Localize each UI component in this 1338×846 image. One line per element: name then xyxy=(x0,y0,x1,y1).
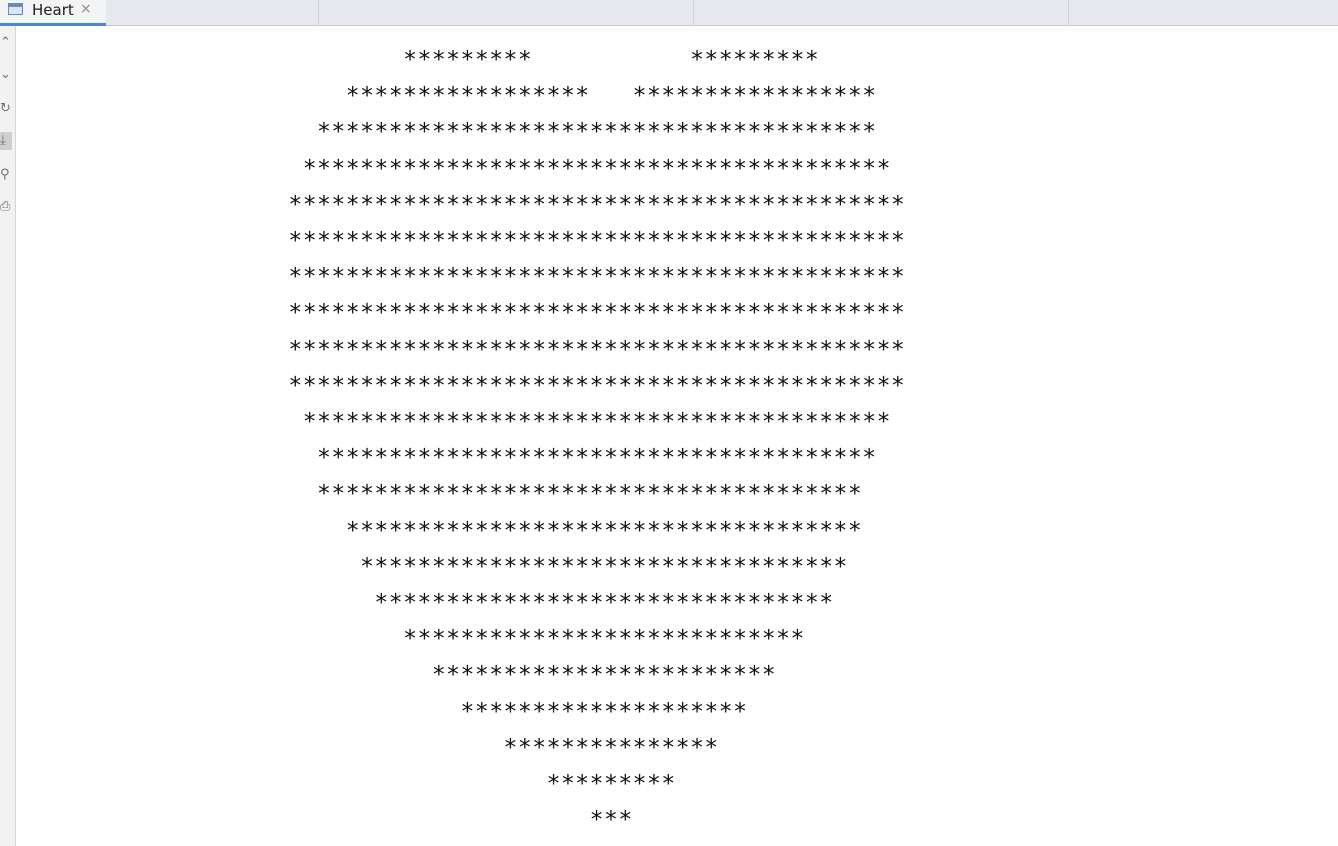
console-line: ************************************** xyxy=(274,481,863,508)
console-line: ****************************************… xyxy=(274,372,906,399)
console-line: ****************************************… xyxy=(274,336,906,363)
tab-separator xyxy=(693,0,694,25)
console-line: ********************************** xyxy=(274,553,848,580)
tab-heart[interactable]: Heart × xyxy=(0,0,106,26)
console-output[interactable]: ********* ********* ***************** **… xyxy=(16,26,1338,846)
tab-bar: Heart × xyxy=(0,0,1338,26)
pin-icon[interactable]: ⚲ xyxy=(0,166,12,184)
console-toolbar: ⌃ ⌄ ↻ ⤓ ⚲ ⎙ xyxy=(0,26,16,846)
console-line: *************** xyxy=(274,734,719,761)
console-line: ***************** ***************** xyxy=(274,83,877,110)
console-line: ****************************************… xyxy=(274,300,906,327)
console-line: ****************************************… xyxy=(274,228,906,254)
scroll-to-end-icon[interactable]: ⤓ xyxy=(0,132,12,150)
console-line: *************************************** xyxy=(274,445,877,472)
console-window-icon xyxy=(8,3,23,15)
scroll-up-icon[interactable]: ⌃ xyxy=(0,34,12,52)
close-icon[interactable]: × xyxy=(80,1,92,17)
console-line: **************************** xyxy=(274,626,805,653)
print-icon[interactable]: ⎙ xyxy=(0,198,12,216)
console-line: *** xyxy=(274,807,633,834)
tab-separator xyxy=(1068,0,1069,25)
console-line: ************************************ xyxy=(274,517,863,544)
console-line: *************************************** xyxy=(274,119,877,146)
console-line: ******************************** xyxy=(274,590,834,616)
rerun-icon[interactable]: ↻ xyxy=(0,100,12,118)
console-line: ********* xyxy=(274,771,676,797)
scroll-down-icon[interactable]: ⌄ xyxy=(0,66,12,84)
console-line: ******************** xyxy=(274,698,748,725)
console-line: ****************************************… xyxy=(274,409,891,435)
tab-title: Heart xyxy=(32,1,74,19)
console-line: ************************ xyxy=(274,662,777,689)
console-line: ********* ********* xyxy=(274,47,820,73)
tab-separator xyxy=(318,0,319,25)
console-line: ****************************************… xyxy=(274,264,906,291)
console-line: ****************************************… xyxy=(274,155,891,182)
console-line: ****************************************… xyxy=(274,191,906,218)
